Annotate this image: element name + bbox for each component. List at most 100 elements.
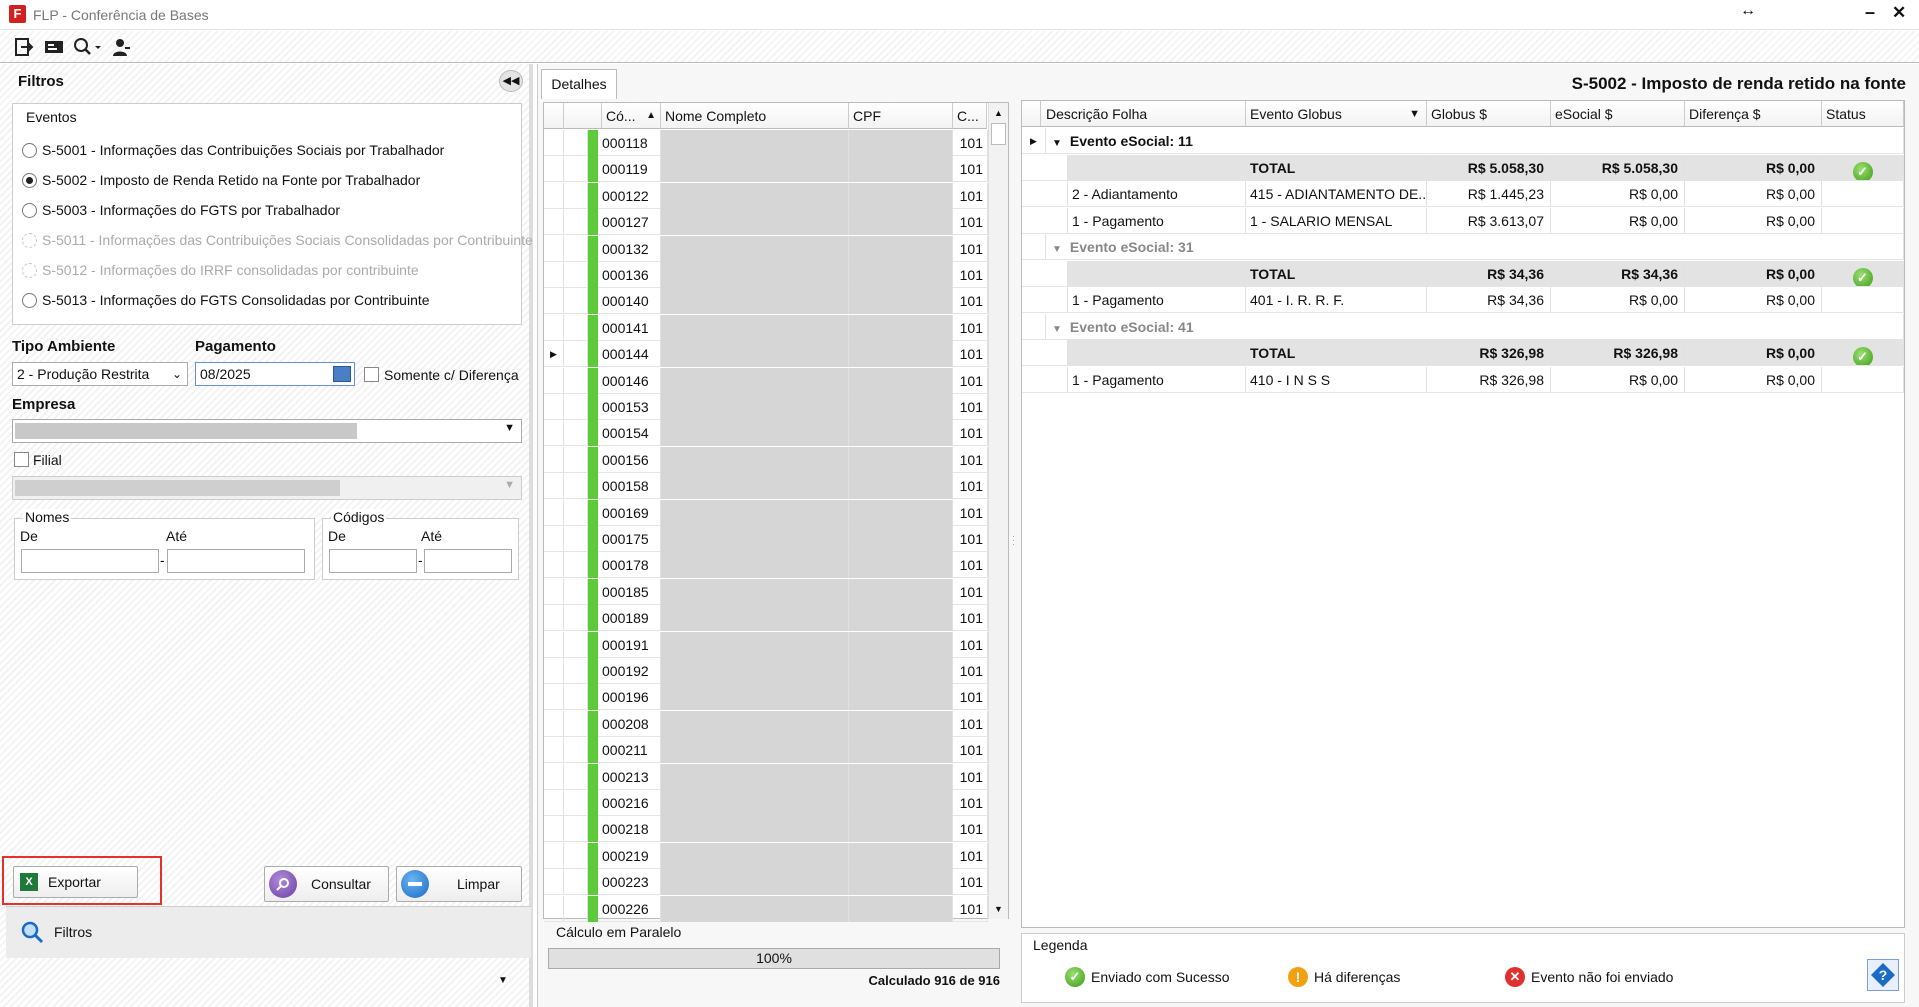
help-icon[interactable]: ?	[1867, 959, 1899, 991]
cell-c: 101	[953, 262, 988, 288]
group-header[interactable]: ▼ Evento eSocial: 41	[1046, 313, 1904, 340]
scroll-thumb[interactable]	[991, 123, 1006, 145]
events-header-globus[interactable]: Globus $	[1427, 101, 1551, 127]
scroll-down-icon[interactable]: ▼	[989, 899, 1008, 919]
card-icon[interactable]	[43, 36, 65, 58]
cell-cpf-masked	[849, 288, 953, 315]
radio-icon[interactable]	[22, 172, 37, 188]
cell-c: 101	[953, 684, 988, 711]
cell-c: 101	[953, 842, 988, 869]
radio-icon[interactable]	[22, 292, 37, 308]
cell-c: 101	[953, 790, 988, 816]
user-icon[interactable]	[110, 36, 132, 58]
cell-cpf-masked	[849, 314, 953, 341]
cell-codigo: 000175	[598, 526, 661, 552]
cell-codigo: 000192	[598, 658, 661, 684]
events-header-esocial[interactable]: eSocial $	[1551, 101, 1685, 127]
minus-circle-icon	[401, 870, 429, 898]
collapse-panel-button[interactable]: ◀◀	[499, 70, 523, 92]
events-header-diferenca[interactable]: Diferença $	[1685, 101, 1822, 127]
minimize-icon[interactable]: –	[1865, 2, 1875, 23]
tab-detalhes[interactable]: Detalhes	[541, 69, 617, 99]
events-header-evento[interactable]: Evento Globus ▼	[1246, 101, 1427, 127]
resize-icon[interactable]: ↔	[1740, 2, 1756, 20]
row-blank-cell	[564, 684, 588, 711]
row-blank-cell	[564, 869, 588, 896]
cell-cpf-masked	[849, 790, 953, 816]
status-bar	[588, 631, 598, 658]
search-dropdown-icon[interactable]	[72, 36, 104, 58]
radio-icon[interactable]	[22, 142, 37, 158]
status-bar	[588, 578, 598, 605]
grid-header-codigo[interactable]: Có... ▲	[602, 103, 661, 129]
event-option-s5012: S-5012 - Informações do IRRF consolidada…	[22, 260, 419, 280]
empresa-select[interactable]: ▼	[12, 419, 522, 443]
group-expand-cell[interactable]	[1022, 234, 1046, 260]
grid-header-c[interactable]: C...	[953, 103, 987, 129]
cell-codigo: 000223	[598, 869, 661, 896]
cell-evento: 410 - I N S S	[1246, 366, 1427, 393]
nomes-ate-input[interactable]	[167, 549, 305, 573]
filter-dropdown-icon[interactable]: ▼	[1409, 101, 1420, 126]
filters-tab[interactable]: Filtros	[20, 920, 92, 944]
somente-diferenca-checkbox[interactable]	[364, 367, 379, 382]
collapse-arrow-icon[interactable]: ▼	[1052, 138, 1062, 149]
row-indicator	[544, 790, 564, 816]
cell-c: 101	[953, 420, 988, 447]
group-header[interactable]: ▼ Evento eSocial: 31	[1046, 234, 1904, 260]
group-expand-cell[interactable]: ▶	[1022, 128, 1046, 154]
cell-descricao: 2 - Adiantamento	[1068, 181, 1246, 207]
row-indicator	[544, 156, 564, 183]
row-blank-cell	[564, 288, 588, 315]
status-bar	[588, 420, 598, 447]
event-option-s5013[interactable]: S-5013 - Informações do FGTS Consolidada…	[22, 290, 430, 310]
row-blank-cell	[564, 394, 588, 420]
pagamento-input[interactable]: 08/2025	[195, 362, 355, 386]
cell-cpf-masked	[849, 763, 953, 790]
cell-codigo: 000140	[598, 288, 661, 315]
exit-icon[interactable]	[13, 36, 35, 58]
close-icon[interactable]: ✕	[1892, 3, 1906, 23]
status-bar	[588, 341, 598, 368]
grid-scrollbar[interactable]: ▲ ▼	[988, 103, 1008, 919]
radio-icon[interactable]	[22, 202, 37, 218]
row-blank-cell	[564, 262, 588, 288]
group-header[interactable]: ▼ Evento eSocial: 11	[1046, 128, 1904, 154]
nomes-label: Nomes	[23, 509, 72, 525]
chevron-down-icon: ⌄	[171, 367, 182, 381]
total-status: ✓	[1822, 154, 1904, 181]
nomes-de-input[interactable]	[21, 549, 159, 573]
cell-cpf-masked	[849, 710, 953, 737]
cell-codigo: 000191	[598, 631, 661, 658]
grid-header-nome[interactable]: Nome Completo	[661, 103, 849, 129]
dropdown-arrow-icon: ▼	[504, 479, 515, 491]
excel-icon: X	[20, 873, 38, 891]
consultar-button[interactable]: Consultar	[264, 866, 389, 902]
filial-select: ▼	[12, 476, 522, 500]
collapse-arrow-icon[interactable]: ▼	[1052, 244, 1062, 255]
codigos-ate-input[interactable]	[424, 549, 512, 573]
cell-cpf-masked	[849, 842, 953, 869]
events-header-status[interactable]: Status	[1822, 101, 1904, 127]
event-option-s5003[interactable]: S-5003 - Informações do FGTS por Trabalh…	[22, 200, 340, 220]
event-option-s5001[interactable]: S-5001 - Informações das Contribuições S…	[22, 140, 444, 160]
panel-dropdown-icon[interactable]: ▼	[498, 975, 508, 986]
grid-header-cpf[interactable]: CPF	[849, 103, 953, 129]
tipo-ambiente-select[interactable]: 2 - Produção Restrita ⌄	[12, 362, 188, 386]
row-indicator	[544, 288, 564, 315]
export-button[interactable]: X Exportar	[13, 866, 138, 898]
codigos-de-input[interactable]	[329, 549, 417, 573]
calendar-icon[interactable]	[333, 366, 351, 382]
limpar-button[interactable]: Limpar	[396, 866, 522, 902]
group-expand-cell[interactable]	[1022, 313, 1046, 340]
status-bar	[588, 288, 598, 315]
filial-checkbox[interactable]	[14, 452, 29, 467]
cell-cpf-masked	[849, 446, 953, 473]
events-header-descricao[interactable]: Descrição Folha	[1042, 101, 1246, 127]
collapse-arrow-icon[interactable]: ▼	[1052, 324, 1062, 335]
cell-nome-masked	[661, 869, 849, 896]
event-option-s5002[interactable]: S-5002 - Imposto de Renda Retido na Font…	[22, 170, 420, 190]
splitter[interactable]: · · ·	[1012, 532, 1015, 549]
scroll-up-icon[interactable]: ▲	[989, 103, 1008, 123]
row-indicator	[544, 552, 564, 579]
